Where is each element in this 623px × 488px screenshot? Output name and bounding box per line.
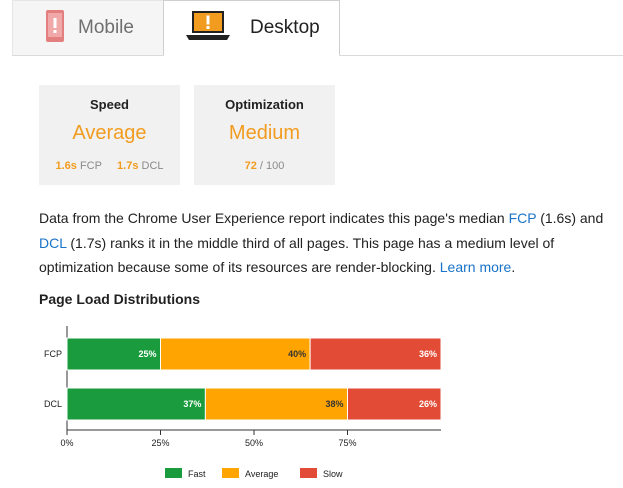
speed-metrics: 1.6s FCP 1.7s DCL — [39, 160, 180, 172]
dcl-value: 1.7s — [117, 160, 139, 172]
learn-more-link[interactable]: Learn more — [440, 259, 512, 275]
x-tick-label: 75% — [338, 438, 356, 448]
bar-value-label: 37% — [183, 399, 201, 409]
summary-part-4: . — [511, 259, 516, 275]
x-tick-label: 25% — [151, 438, 169, 448]
fcp-link[interactable]: FCP — [509, 210, 537, 226]
optimization-card-title: Optimization — [225, 97, 304, 112]
page-load-distribution-chart: 0% 25% 50% 75% FCP 25% 40% 36% DCL 37% 38% 26% Fast A… — [44, 326, 442, 479]
optimization-card: Optimization Medium 72 / 100 — [194, 85, 335, 185]
speed-card-title: Speed — [89, 97, 129, 112]
optimization-score-max: / 100 — [259, 160, 285, 172]
desktop-alert-icon — [186, 10, 230, 46]
summary-part-1: Data from the Chrome User Experience rep… — [39, 210, 509, 226]
legend-label-fast: Fast — [188, 469, 206, 479]
legend-swatch-slow — [300, 468, 317, 478]
legend-label-average: Average — [245, 469, 278, 479]
bar-value-label: 36% — [419, 349, 437, 359]
x-tick-label: 50% — [245, 438, 263, 448]
tab-mobile-label: Mobile — [78, 17, 134, 38]
speed-card: Speed Average 1.6s FCP 1.7s DCL — [39, 85, 180, 185]
bar-value-label: 38% — [325, 399, 343, 409]
optimization-score-value: 72 — [244, 160, 257, 172]
category-label: DCL — [44, 399, 62, 409]
tab-desktop[interactable]: Desktop — [163, 0, 340, 56]
fcp-value: 1.6s — [55, 160, 77, 172]
bar-value-label: 26% — [419, 399, 437, 409]
x-tick-label: 0% — [60, 438, 73, 448]
speed-rating: Average — [72, 122, 147, 144]
bar-value-label: 25% — [138, 349, 156, 359]
optimization-rating: Medium — [228, 122, 301, 144]
summary-part-2: (1.6s) and — [536, 210, 604, 226]
fcp-label: FCP — [79, 160, 102, 172]
tab-desktop-label: Desktop — [250, 17, 320, 38]
legend-swatch-average — [222, 468, 239, 478]
dcl-link[interactable]: DCL — [39, 235, 67, 251]
distribution-section-title: Page Load Distributions — [39, 291, 201, 307]
category-label: FCP — [44, 349, 62, 359]
dcl-label: DCL — [141, 160, 164, 172]
tab-mobile[interactable]: Mobile — [12, 0, 164, 55]
summary-text: Data from the Chrome User Experience rep… — [39, 206, 619, 280]
mobile-alert-icon — [46, 9, 64, 47]
optimization-score: 72 / 100 — [194, 160, 335, 172]
legend-label-slow: Slow — [323, 469, 343, 479]
device-tabs: Mobile Desktop — [0, 0, 623, 56]
legend-swatch-fast — [165, 468, 182, 478]
bar-value-label: 40% — [288, 349, 306, 359]
